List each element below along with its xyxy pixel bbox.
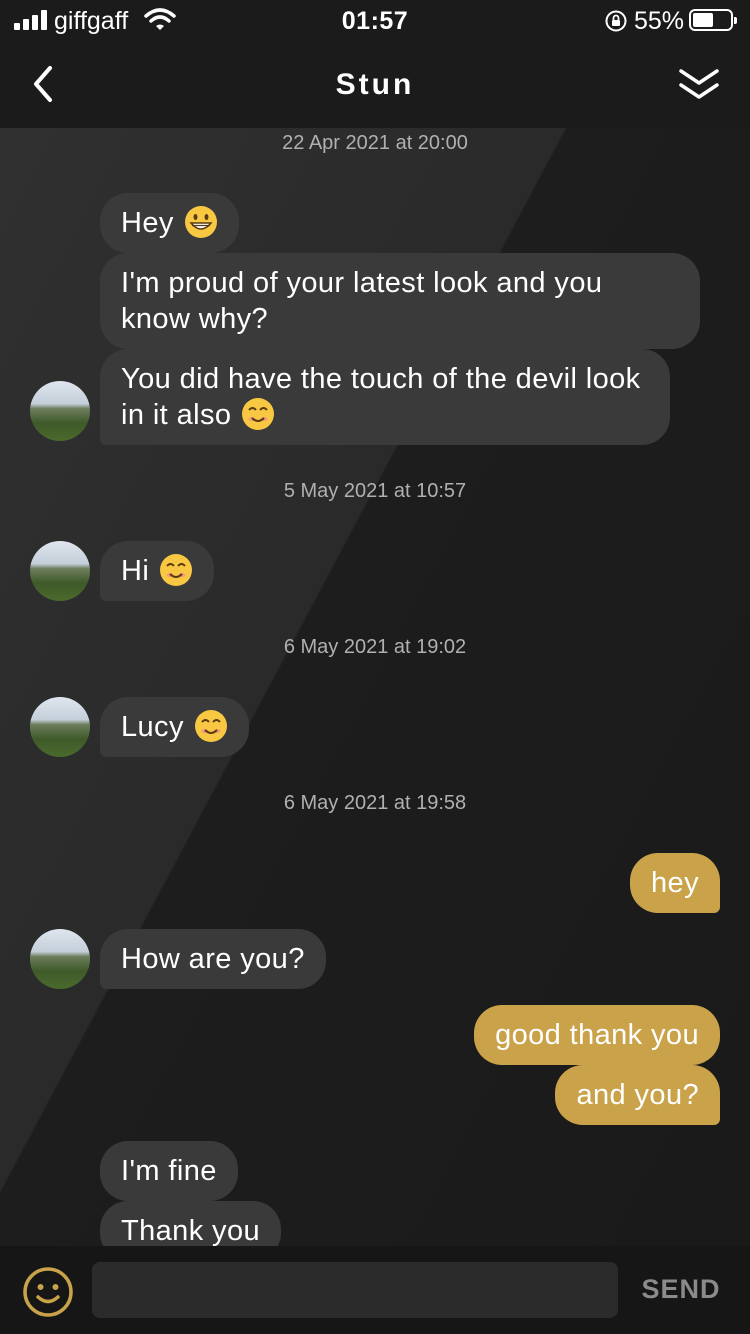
message-bubble-outgoing[interactable]: hey bbox=[630, 853, 720, 913]
message-text: Hey bbox=[121, 207, 174, 239]
message-bubble-outgoing[interactable]: and you? bbox=[555, 1065, 720, 1125]
timestamp: 6 May 2021 at 19:02 bbox=[283, 636, 467, 658]
message-text: and you? bbox=[576, 1079, 699, 1111]
battery-fill bbox=[693, 13, 713, 27]
message-text: hey bbox=[651, 867, 699, 899]
contact-name[interactable]: Stun bbox=[0, 68, 750, 102]
message-bubble-incoming[interactable]: I'm fine bbox=[100, 1141, 238, 1201]
battery-percent: 55% bbox=[634, 7, 685, 35]
status-bar: giffgaff 01:57 55% bbox=[0, 0, 750, 42]
message-bubble-incoming[interactable]: Hi bbox=[100, 541, 215, 601]
message-composer: SEND bbox=[0, 1246, 750, 1334]
message-text: I'm proud of your latest look and you kn… bbox=[121, 267, 603, 335]
collapse-button[interactable] bbox=[678, 66, 720, 104]
message-bubble-incoming[interactable]: Thank you bbox=[100, 1201, 282, 1246]
timestamp: 6 May 2021 at 19:58 bbox=[283, 792, 467, 814]
battery-icon bbox=[689, 9, 737, 31]
conversation-header: Stun bbox=[0, 42, 750, 128]
message-bubble-incoming[interactable]: Lucy bbox=[100, 697, 249, 757]
contact-avatar[interactable] bbox=[30, 541, 90, 601]
contact-avatar[interactable] bbox=[30, 697, 90, 757]
contact-avatar[interactable] bbox=[30, 929, 90, 989]
smiling-face-emoji-icon bbox=[242, 398, 275, 430]
message-text: How are you? bbox=[121, 943, 305, 975]
message-text: Lucy bbox=[121, 711, 184, 743]
rotation-lock-icon bbox=[604, 9, 628, 38]
message-text: I'm fine bbox=[121, 1155, 217, 1187]
smiling-face-emoji-icon bbox=[160, 554, 193, 586]
message-text: Hi bbox=[121, 555, 150, 587]
message-bubble-incoming[interactable]: You did have the touch of the devil look… bbox=[100, 349, 670, 445]
double-chevron-down-icon bbox=[679, 69, 719, 99]
message-bubble-outgoing[interactable]: good thank you bbox=[474, 1005, 720, 1065]
message-input[interactable] bbox=[92, 1262, 618, 1318]
message-bubble-incoming[interactable]: How are you? bbox=[100, 929, 326, 989]
message-bubble-incoming[interactable]: Hey bbox=[100, 193, 239, 253]
timestamp: 5 May 2021 at 10:57 bbox=[283, 480, 467, 502]
grinning-face-emoji-icon bbox=[184, 206, 217, 238]
send-button[interactable]: SEND bbox=[636, 1274, 726, 1305]
contact-avatar[interactable] bbox=[30, 381, 90, 441]
timestamp: 22 Apr 2021 at 20:00 bbox=[282, 132, 468, 154]
message-bubble-incoming[interactable]: I'm proud of your latest look and you kn… bbox=[100, 253, 700, 349]
emoji-button[interactable] bbox=[22, 1266, 74, 1318]
message-text: You did have the touch of the devil look… bbox=[121, 363, 641, 431]
smiling-face-emoji-icon bbox=[194, 710, 227, 742]
message-text: good thank you bbox=[495, 1019, 699, 1051]
smiley-icon bbox=[23, 1267, 73, 1317]
message-list[interactable]: 22 Apr 2021 at 20:00 Hey I'm proud of yo… bbox=[0, 128, 750, 1246]
message-text: Thank you bbox=[121, 1215, 261, 1246]
